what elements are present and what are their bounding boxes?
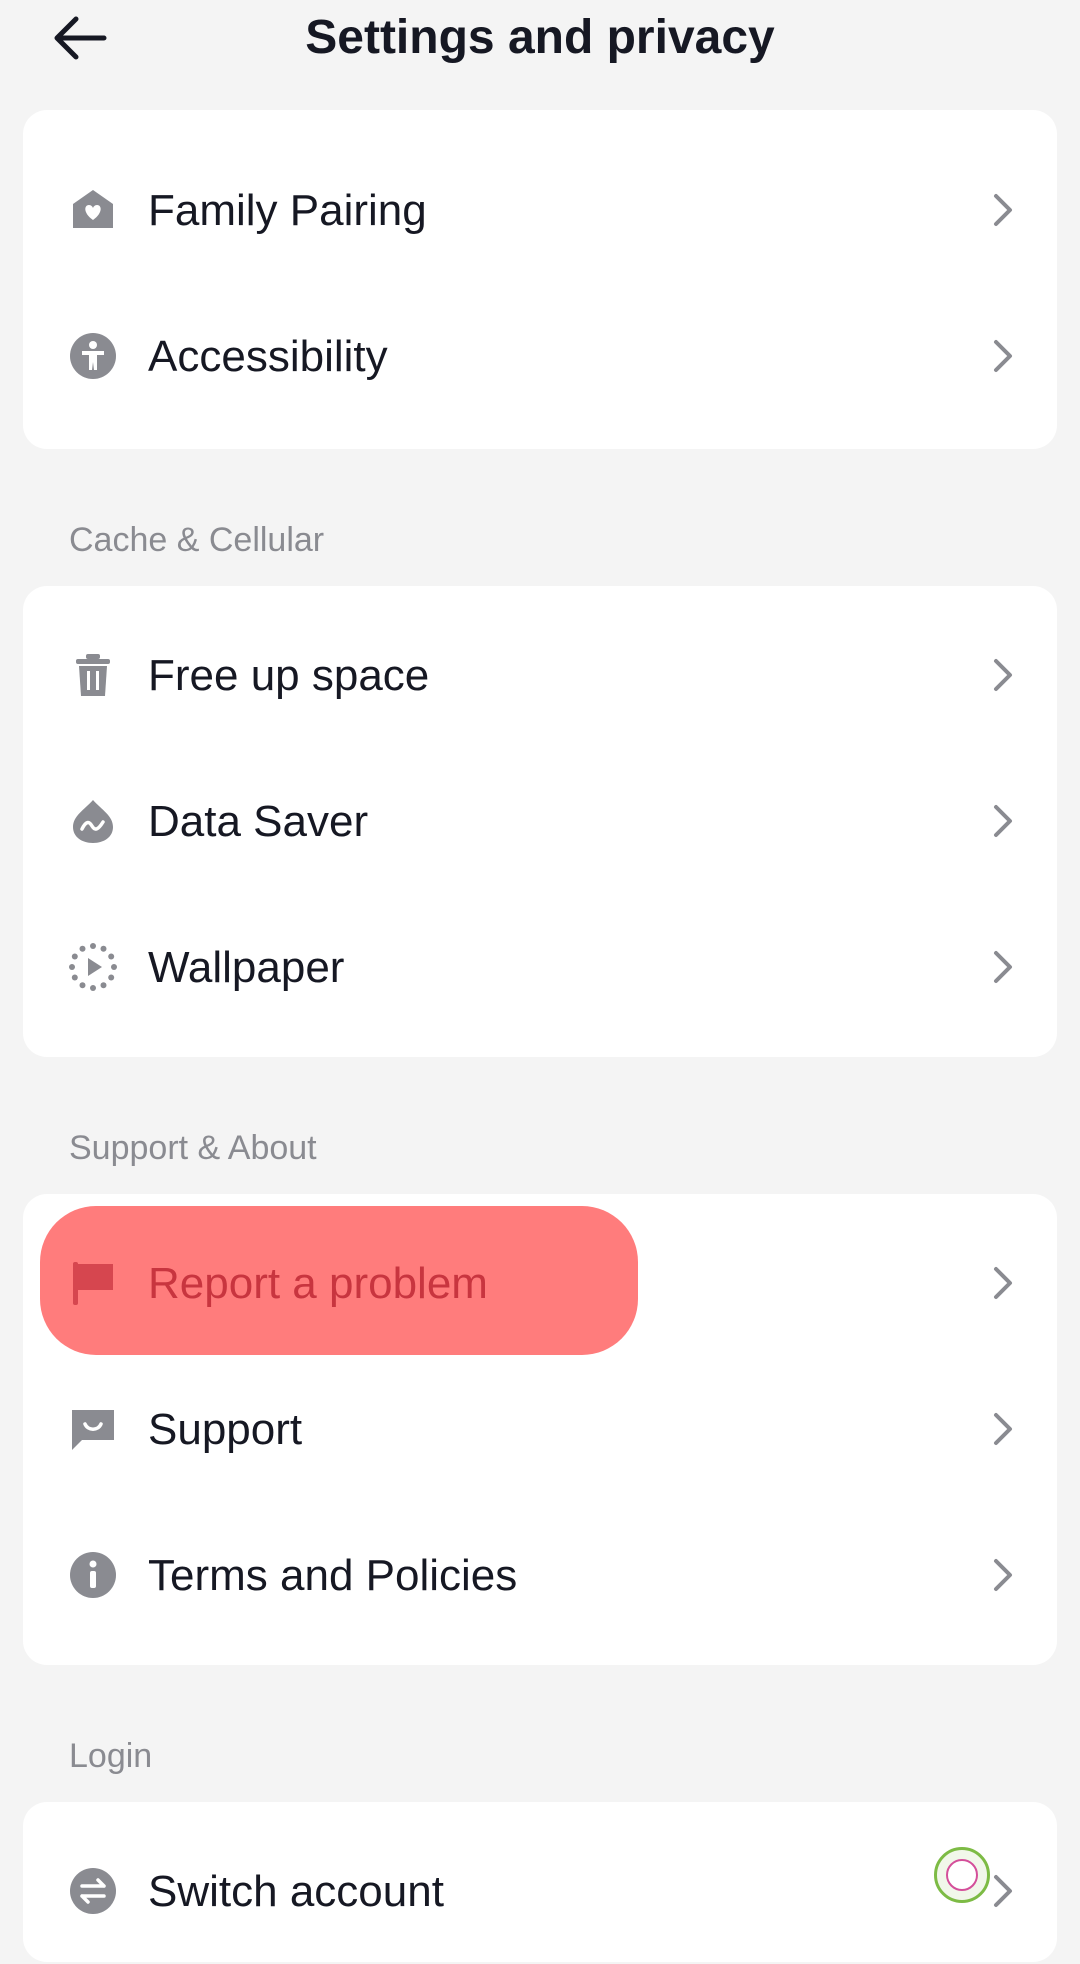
wallpaper-icon xyxy=(69,943,117,991)
chevron-right-icon xyxy=(994,340,1012,372)
family-pairing-icon xyxy=(69,186,117,234)
terms-and-policies-label: Terms and Policies xyxy=(148,1551,518,1600)
free-up-space-label: Free up space xyxy=(148,651,430,700)
chevron-right-icon xyxy=(994,951,1012,983)
chevron-right-icon xyxy=(994,1267,1012,1299)
free-up-space-row[interactable]: Free up space xyxy=(23,602,1057,748)
info-icon xyxy=(69,1551,117,1599)
support-row[interactable]: Support xyxy=(23,1356,1057,1502)
accessibility-row[interactable]: Accessibility xyxy=(23,283,1057,429)
chevron-right-icon xyxy=(994,194,1012,226)
data-saver-label: Data Saver xyxy=(148,797,369,846)
flag-icon xyxy=(69,1259,117,1307)
terms-and-policies-row[interactable]: Terms and Policies xyxy=(23,1502,1057,1648)
family-pairing-label: Family Pairing xyxy=(148,186,427,235)
chevron-right-icon xyxy=(994,1559,1012,1591)
chevron-right-icon xyxy=(994,659,1012,691)
page-title: Settings and privacy xyxy=(305,11,775,64)
accessibility-icon xyxy=(69,332,117,380)
section-title-cache: Cache & Cellular xyxy=(69,521,325,559)
support-card-content: Report a problem Support Terms and Polic… xyxy=(23,1194,1057,1665)
data-saver-row[interactable]: Data Saver xyxy=(23,748,1057,894)
general-card: Family Pairing Accessibility xyxy=(23,110,1057,449)
login-card: Switch account xyxy=(23,1802,1057,1962)
avatar-logo xyxy=(946,1859,978,1891)
support-label: Support xyxy=(148,1405,303,1454)
section-title-login: Login xyxy=(69,1737,153,1775)
chevron-right-icon xyxy=(994,1413,1012,1445)
support-chat-icon xyxy=(69,1405,117,1453)
switch-account-icon xyxy=(69,1867,117,1915)
wallpaper-row[interactable]: Wallpaper xyxy=(23,894,1057,1040)
chevron-right-icon xyxy=(994,1875,1012,1907)
chevron-right-icon xyxy=(994,805,1012,837)
family-pairing-row[interactable]: Family Pairing xyxy=(23,137,1057,283)
wallpaper-label: Wallpaper xyxy=(148,943,345,992)
report-a-problem-label: Report a problem xyxy=(148,1259,488,1308)
switch-account-row[interactable]: Switch account xyxy=(23,1818,1057,1964)
cache-card: Free up space Data Saver Wallpaper xyxy=(23,586,1057,1057)
account-avatar xyxy=(934,1847,990,1903)
section-title-support: Support & About xyxy=(69,1129,317,1167)
accessibility-label: Accessibility xyxy=(148,332,388,381)
trash-icon xyxy=(69,651,117,699)
report-a-problem-row[interactable]: Report a problem xyxy=(23,1210,1057,1356)
header: Settings and privacy xyxy=(0,0,1080,80)
data-saver-icon xyxy=(69,797,117,845)
switch-account-label: Switch account xyxy=(148,1867,444,1916)
